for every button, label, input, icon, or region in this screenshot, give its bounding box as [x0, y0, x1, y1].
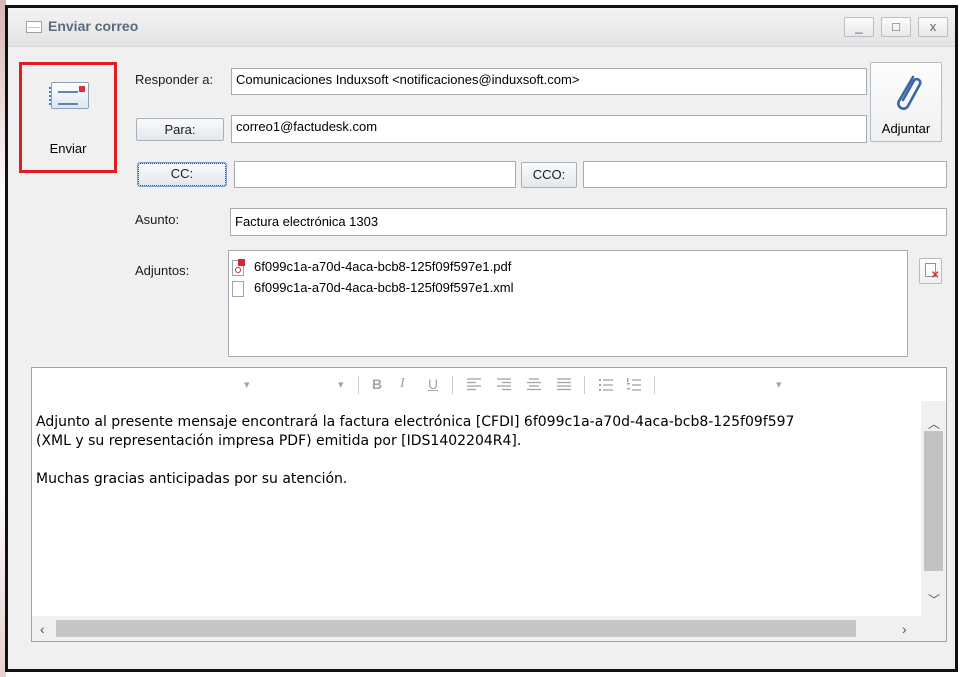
window-title: Enviar correo — [48, 18, 139, 34]
maximize-button[interactable]: □ — [881, 17, 911, 37]
subject-label: Asunto: — [135, 212, 180, 227]
bold-button[interactable]: B — [372, 376, 382, 392]
scroll-down-icon[interactable]: ﹀ — [928, 591, 940, 608]
format-toolbar: ▾ ▾ B I U ▾ — [32, 368, 946, 401]
attachments-list[interactable]: 6f099c1a-a70d-4aca-bcb8-125f09f597e1.pdf… — [228, 250, 908, 357]
message-line — [36, 451, 921, 470]
to-button[interactable]: Para: — [136, 118, 224, 141]
send-button[interactable]: Enviar — [19, 62, 117, 173]
vertical-scrollbar[interactable]: ︿ ﹀ — [921, 401, 946, 617]
title-bar: Enviar correo _ □ x — [8, 8, 955, 47]
bcc-field[interactable] — [583, 161, 947, 188]
message-body[interactable]: Adjunto al presente mensaje encontrará l… — [36, 413, 921, 489]
scroll-up-icon[interactable]: ︿ — [928, 415, 940, 432]
file-icon — [232, 281, 244, 297]
horizontal-scroll-thumb[interactable] — [56, 620, 856, 637]
minimize-button[interactable]: _ — [844, 17, 874, 37]
message-editor[interactable]: ▾ ▾ B I U ▾ Adjunto al presente mensaje … — [31, 367, 947, 642]
attachments-label: Adjuntos: — [135, 263, 190, 278]
italic-button[interactable]: I — [400, 376, 405, 392]
align-center-icon[interactable] — [526, 378, 542, 392]
numbered-list-icon[interactable] — [626, 378, 642, 392]
style-dropdown[interactable]: ▾ — [776, 378, 782, 391]
cc-field[interactable] — [234, 161, 516, 188]
font-name-dropdown[interactable]: ▾ — [244, 378, 250, 391]
subject-field[interactable]: Factura electrónica 1303 — [230, 208, 947, 236]
close-button[interactable]: x — [918, 17, 948, 37]
reply-to-field[interactable]: Comunicaciones Induxsoft <notificaciones… — [231, 68, 867, 95]
horizontal-scrollbar[interactable]: ‹ › — [32, 616, 921, 641]
reply-to-label: Responder a: — [135, 72, 214, 87]
font-size-dropdown[interactable]: ▾ — [338, 378, 344, 391]
scroll-corner — [921, 616, 946, 641]
align-left-icon[interactable] — [466, 378, 482, 392]
send-label: Enviar — [49, 141, 87, 156]
vertical-scroll-thumb[interactable] — [924, 431, 943, 571]
to-field[interactable]: correo1@factudesk.com — [231, 115, 867, 143]
message-line: (XML y su representación impresa PDF) em… — [36, 433, 522, 449]
attach-button[interactable]: Adjuntar — [870, 62, 942, 142]
pdf-file-icon — [232, 259, 245, 276]
scroll-left-icon[interactable]: ‹ — [40, 621, 45, 637]
paperclip-icon — [897, 75, 922, 110]
message-line: Adjunto al presente mensaje encontrará l… — [36, 414, 795, 430]
cc-button[interactable]: CC: — [137, 162, 227, 187]
remove-attachment-button[interactable]: ✕ — [919, 258, 942, 284]
attachment-name: 6f099c1a-a70d-4aca-bcb8-125f09f597e1.xml — [254, 280, 514, 295]
attachment-name: 6f099c1a-a70d-4aca-bcb8-125f09f597e1.pdf — [254, 259, 512, 274]
justify-icon[interactable] — [556, 378, 572, 392]
bullet-list-icon[interactable] — [598, 378, 614, 392]
attach-label: Adjuntar — [881, 121, 931, 136]
bcc-button[interactable]: CCO: — [521, 162, 577, 188]
mail-window-icon — [26, 21, 42, 33]
scroll-right-icon[interactable]: › — [902, 621, 907, 637]
align-right-icon[interactable] — [496, 378, 512, 392]
envelope-icon — [49, 82, 89, 109]
underline-button[interactable]: U — [428, 376, 438, 392]
message-line: Muchas gracias anticipadas por su atenci… — [36, 471, 348, 487]
